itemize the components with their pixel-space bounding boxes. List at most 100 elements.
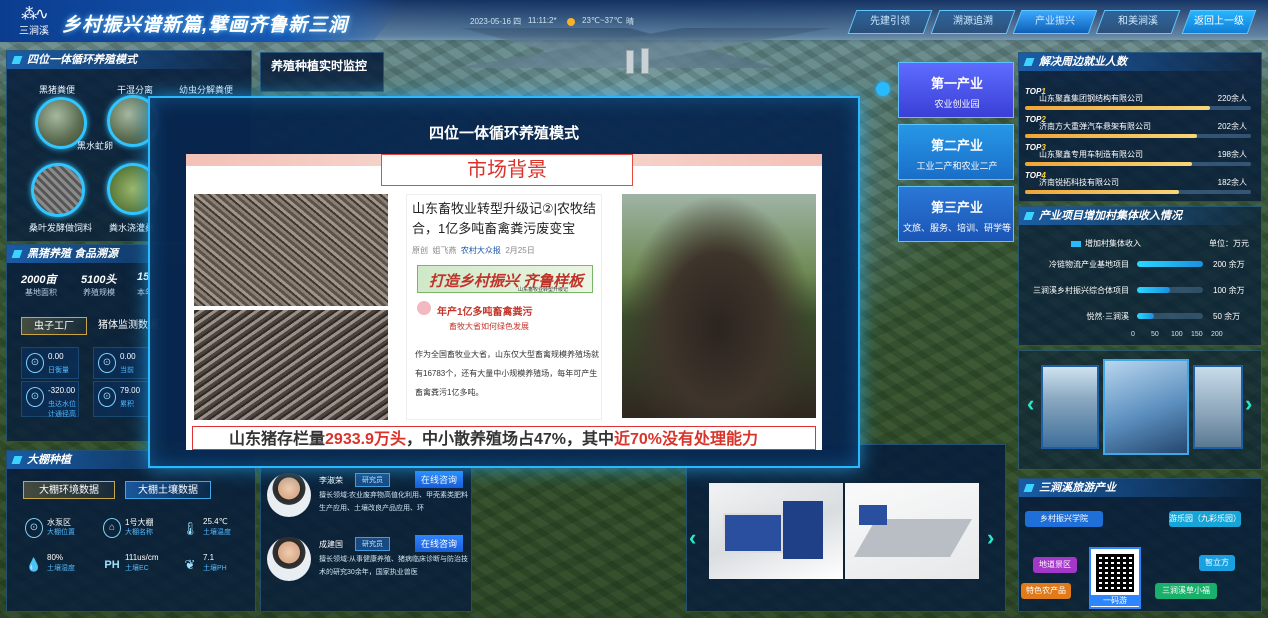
legend-label: 增加村集体收入 — [1085, 239, 1141, 248]
tourism-tag[interactable]: 游乐园（九彩乐园） — [1169, 511, 1241, 527]
article-body: 作为全国畜牧业大省，山东仅大型畜禽规模养殖场就有16783个，还有大量中小规模养… — [415, 350, 599, 397]
expert-desc: 擅长领域:从事健康养殖、猪病临床诊断与防治技术的研究30余年，国家执业兽医 — [319, 556, 468, 576]
equipment-image-laser-cutter[interactable] — [709, 483, 843, 579]
bar-track — [1137, 313, 1203, 319]
nav-tab-party[interactable]: 先建引领 — [847, 10, 933, 34]
tourism-tag[interactable]: 地道景区 — [1033, 557, 1077, 573]
qr-code[interactable] — [1096, 554, 1134, 592]
metric-card: ⊙ 水泵区 大棚位置 — [21, 513, 93, 541]
consult-button[interactable]: 在线咨询 — [415, 535, 464, 552]
photo-manure-field — [622, 194, 816, 418]
chimney-tower — [626, 50, 634, 74]
industry-card-tertiary[interactable]: 第三产业 文旅、服务、培训、研学等 — [898, 186, 1014, 242]
nav-tab-industry[interactable]: 产业振兴 — [1012, 10, 1098, 34]
bar-track — [1137, 287, 1203, 293]
experts-panel: 李淑荣 研究员 在线咨询 擅长领域:农业废弃物高值化利用、甲壳素类肥料生产应用、… — [260, 466, 472, 612]
qr-frame: 一码游 — [1089, 547, 1141, 609]
prev-arrow-icon[interactable]: ‹ — [689, 525, 696, 551]
avatar — [267, 537, 311, 581]
axis-tick: 150 — [1191, 331, 1203, 338]
location-pin-icon: ⊙ — [98, 353, 116, 373]
prev-arrow-icon[interactable]: ‹ — [1027, 391, 1034, 417]
stat-scale-label: 养殖规模 — [83, 288, 115, 297]
avatar — [267, 473, 311, 517]
back-button[interactable]: 返回上一级 — [1181, 10, 1257, 34]
metric-card: ⊙ -320.00 虫达水位 计通径高 — [21, 381, 79, 418]
employee-count: 182余人 — [1217, 178, 1247, 187]
tourism-tag[interactable]: 乡村振兴学院 — [1025, 511, 1103, 527]
cycle-image-mulberry-feed[interactable] — [31, 163, 85, 217]
article-subhead: 年产1亿多吨畜禽粪污 — [437, 307, 533, 318]
carousel-thumb[interactable] — [1041, 365, 1099, 449]
industry-card-primary[interactable]: 第一产业 农业创业园 — [898, 62, 1014, 118]
location-pin-icon: ⊙ — [26, 353, 44, 373]
axis-tick: 50 — [1151, 331, 1159, 338]
axis-tick: 100 — [1171, 331, 1183, 338]
metric-card: PH 111us/cm 土壤EC — [99, 549, 177, 577]
doc-summary-line: 山东猪存栏量2933.9万头，中小散养殖场占47%，其中近70%没有处理能力 — [192, 426, 816, 450]
nav-tab-trace[interactable]: 溯源追溯 — [930, 10, 1016, 34]
next-arrow-icon[interactable]: › — [1245, 391, 1252, 417]
next-arrow-icon[interactable]: › — [987, 525, 994, 551]
rank-bar-fill — [1025, 162, 1193, 166]
rank-bar — [1025, 190, 1251, 194]
legend-swatch — [1071, 241, 1081, 247]
tourism-tag[interactable]: 特色农产品 — [1021, 583, 1071, 599]
cycle-label: 干湿分离 — [117, 85, 154, 95]
cycle-label: 幼虫分解粪便 — [179, 85, 234, 95]
expert-role-badge: 研究员 — [355, 537, 390, 551]
carousel-thumb[interactable] — [1193, 365, 1243, 449]
greenhouse-icon: ⌂ — [103, 518, 121, 538]
rank-bar — [1025, 106, 1251, 110]
logo-mark-icon: ⁂∿ — [21, 4, 48, 23]
rank-bar — [1025, 134, 1251, 138]
metric-card: ❦ 7.1 土壤PH — [177, 549, 253, 577]
metric-card: ⌂ 1号大棚 大棚名称 — [99, 513, 175, 541]
company-name: 济南方大重弹汽车悬架有限公司 — [1039, 122, 1151, 131]
panel-title: 产业项目增加村集体收入情况 — [1019, 207, 1261, 225]
metric-card: 🌡 25.4℃ 土壤温度 — [177, 513, 253, 541]
cycle-label: 黑猪粪便 — [39, 85, 76, 95]
sun-icon — [567, 18, 575, 26]
expert-name: 成建国 — [319, 540, 343, 549]
tourism-tag[interactable]: 三涧溪草小福 — [1155, 583, 1217, 599]
carousel-thumb-active[interactable] — [1103, 359, 1189, 455]
page-title: 乡村振兴谱新篇,擘画齐鲁新三涧 — [62, 15, 349, 36]
tab-insect-factory[interactable]: 虫子工厂 — [21, 317, 87, 335]
stat-area-value: 2000亩 — [21, 274, 57, 286]
bar-value: 50 余万 — [1213, 312, 1241, 321]
industry-card-secondary[interactable]: 第二产业 工业二产和农业二产 — [898, 124, 1014, 180]
bar-fill — [1137, 287, 1170, 293]
equipment-image-cutting-table[interactable] — [845, 483, 979, 579]
weather-desc: 晴 — [626, 17, 634, 26]
ph-icon: PH — [104, 559, 120, 571]
cycle-label: 黑水虻卵 — [77, 141, 114, 151]
stat-scale-value: 5100头 — [81, 274, 117, 286]
tab-greenhouse-env[interactable]: 大棚环境数据 — [23, 481, 115, 499]
company-name: 济南锐拓科技有限公司 — [1039, 178, 1119, 187]
tourism-tag[interactable]: 智立方 — [1199, 555, 1235, 571]
rank-bar — [1025, 162, 1251, 166]
rank-bar-fill — [1025, 190, 1179, 194]
metric-card: ⊙ 79.00 累积 — [93, 381, 151, 417]
expert-role-badge: 研究员 — [355, 473, 390, 487]
metric-card: ⊙ 0.00 日衡量 — [21, 347, 79, 379]
consult-button[interactable]: 在线咨询 — [415, 471, 464, 488]
article-title: 山东畜牧业转型升级记②|农牧结合，1亿多吨畜禽粪污废变宝 — [412, 201, 597, 236]
employment-row: TOP1 山东聚鑫集团钢结构有限公司 220余人 — [1025, 87, 1251, 113]
qr-label: 一码游 — [1091, 595, 1139, 606]
employment-row: TOP2 济南方大重弹汽车悬架有限公司 202余人 — [1025, 115, 1251, 141]
doc-heading: 市场背景 — [381, 154, 633, 186]
axis-tick: 0 — [1131, 331, 1135, 338]
greenhouse-panel: 大棚种植 大棚环境数据 大棚土壤数据 ⊙ 水泵区 大棚位置 ⌂ 1号大棚 大棚名称 🌡 2… — [6, 450, 256, 612]
news-article: 山东畜牧业转型升级记②|农牧结合，1亿多吨畜禽粪污废变宝 原创 姐飞燕 农村大众… — [406, 194, 602, 420]
company-name: 山东聚鑫专用车制造有限公司 — [1039, 150, 1143, 159]
nav-tab-village[interactable]: 和美涧溪 — [1095, 10, 1181, 34]
employee-count: 198余人 — [1217, 150, 1247, 159]
employee-count: 220余人 — [1217, 94, 1247, 103]
tab-greenhouse-soil[interactable]: 大棚土壤数据 — [125, 481, 211, 499]
humidity-icon: 💧 — [25, 557, 43, 572]
bar-fill — [1137, 261, 1203, 267]
location-pin-icon: ⊙ — [98, 387, 116, 407]
photo-manure-pile-2 — [194, 310, 388, 420]
